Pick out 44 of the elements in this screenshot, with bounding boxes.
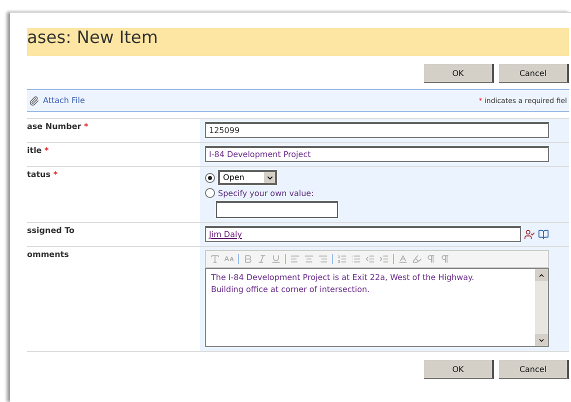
check-names-icon[interactable] (524, 228, 535, 240)
pilcrow-icon[interactable] (440, 254, 450, 264)
highlight-icon[interactable] (412, 254, 422, 264)
people-field[interactable]: Jim Daly (205, 226, 521, 242)
paperclip-icon (29, 96, 39, 106)
align-right-icon[interactable] (318, 254, 328, 264)
italic-icon[interactable] (257, 254, 267, 264)
field-label: ssigned To (27, 225, 76, 237)
text-color-icon[interactable] (398, 254, 408, 264)
status-dropdown[interactable]: Open (218, 170, 277, 185)
option-label: Specify your own value: (218, 188, 314, 198)
text-field[interactable]: I-84 Development Project (205, 146, 549, 162)
bullet-list-icon[interactable] (351, 254, 361, 264)
ok-button[interactable]: OK (424, 360, 494, 379)
numbered-list-icon[interactable] (337, 254, 347, 264)
radio-button[interactable] (205, 188, 215, 198)
cancel-button[interactable]: Cancel (499, 64, 569, 83)
scroll-down-icon[interactable] (535, 334, 548, 346)
align-center-icon[interactable] (304, 254, 314, 264)
font-size-icon[interactable] (224, 254, 234, 264)
cancel-button[interactable]: Cancel (499, 360, 569, 379)
input-field[interactable] (216, 201, 338, 218)
pilcrow-icon[interactable] (426, 254, 436, 264)
field-label: itle * (27, 145, 50, 157)
outdent-icon[interactable] (365, 254, 375, 264)
align-left-icon[interactable] (290, 254, 300, 264)
field-label: omments (27, 249, 70, 261)
comments-text: The I-84 Development Project is at Exit 22a, West of the Highway. Building office at corner of intersection. (210, 272, 476, 296)
radio-button[interactable] (205, 172, 215, 182)
ok-button[interactable]: OK (424, 64, 494, 83)
person-link[interactable]: Jim Daly (209, 230, 242, 239)
bold-icon[interactable] (243, 254, 253, 264)
indent-icon[interactable] (379, 254, 389, 264)
scrollbar[interactable] (535, 269, 548, 346)
address-book-icon[interactable] (538, 228, 549, 240)
attach-file-link[interactable]: Attach File (29, 96, 85, 106)
underline-icon[interactable] (271, 254, 281, 264)
field-label: ase Number * (27, 121, 90, 133)
scroll-up-icon[interactable] (535, 269, 548, 281)
text-field[interactable]: 125099 (205, 122, 549, 138)
comments-field[interactable]: The I-84 Development Project is at Exit 22a, West of the Highway. Building office at corner of intersection. (205, 268, 549, 347)
field-label: tatus * (27, 169, 58, 181)
page-title: ases: New Item (27, 28, 159, 48)
font-icon[interactable] (210, 254, 220, 264)
